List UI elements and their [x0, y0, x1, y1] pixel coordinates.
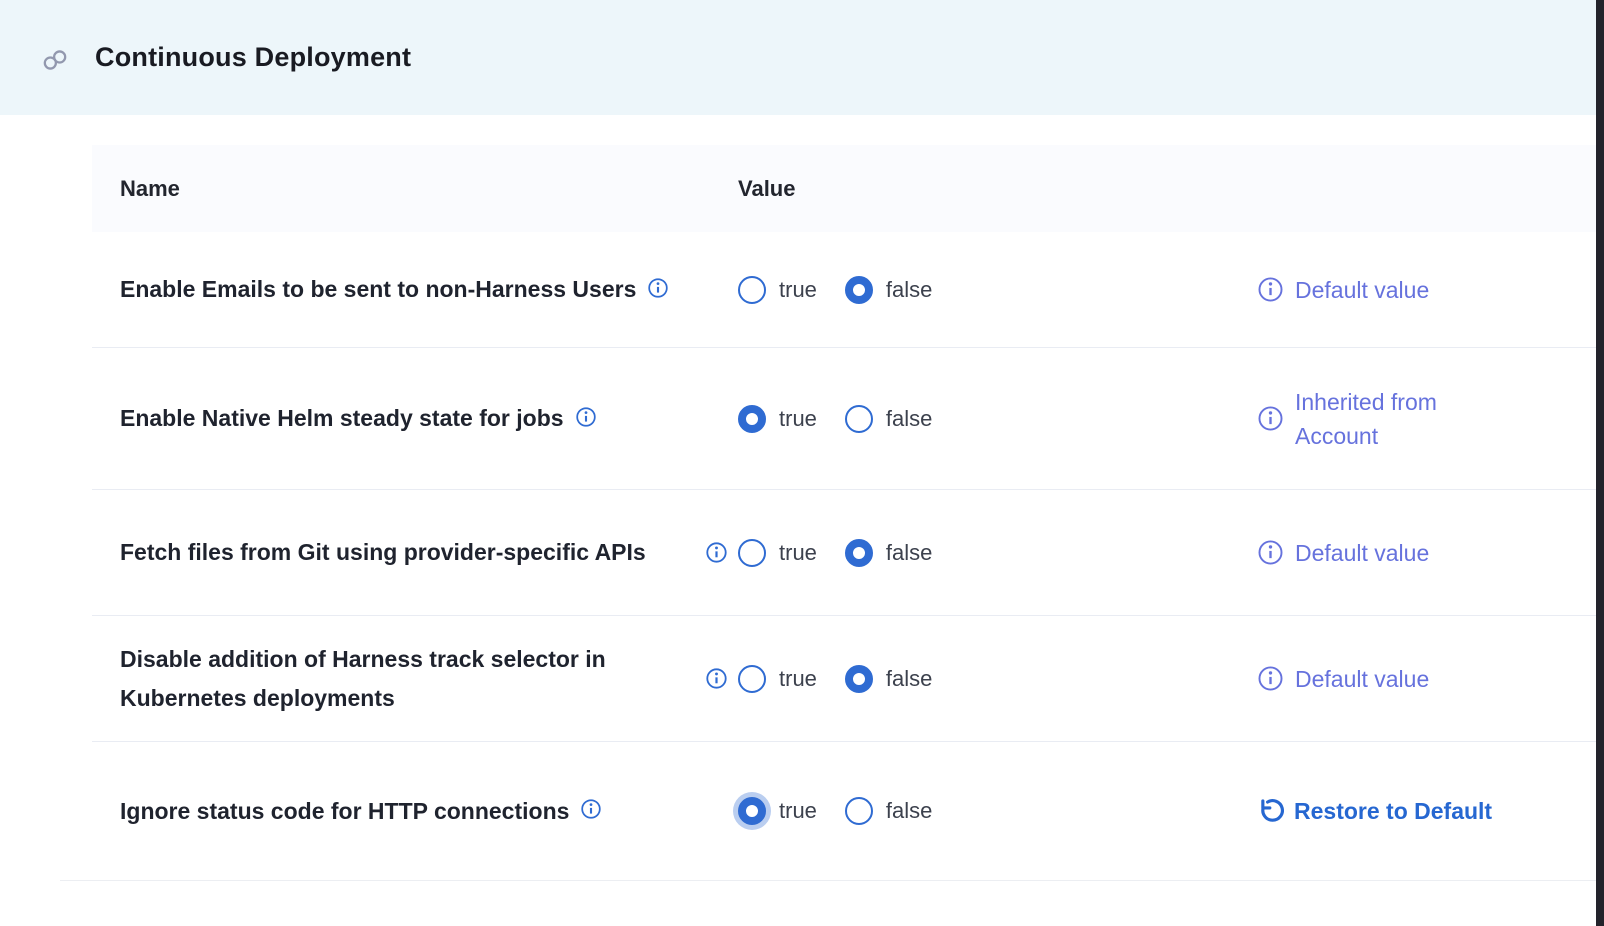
setting-value-cell: true false: [705, 797, 1229, 825]
page-title: Continuous Deployment: [95, 42, 411, 73]
setting-value-cell: true false: [705, 405, 1229, 433]
radio-option-true[interactable]: true: [738, 276, 817, 304]
setting-status-cell: Default value: [1229, 662, 1596, 696]
radio-false-label: false: [886, 406, 932, 432]
radio-false[interactable]: [845, 405, 873, 433]
setting-name-cell: Fetch files from Git using provider-spec…: [92, 533, 705, 572]
radio-true[interactable]: [738, 797, 766, 825]
setting-value-cell: true false: [705, 276, 1229, 304]
status-badge: Default value: [1295, 273, 1429, 307]
radio-false[interactable]: [845, 276, 873, 304]
radio-option-false[interactable]: false: [845, 539, 932, 567]
info-icon[interactable]: [647, 277, 669, 299]
radio-true[interactable]: [738, 665, 766, 693]
setting-label: Ignore status code for HTTP connections: [120, 792, 569, 831]
section-divider: [60, 880, 1596, 881]
setting-label: Enable Native Helm steady state for jobs: [120, 399, 564, 438]
setting-label: Fetch files from Git using provider-spec…: [120, 533, 646, 572]
setting-name-cell: Disable addition of Harness track select…: [92, 640, 705, 718]
radio-option-false[interactable]: false: [845, 276, 932, 304]
setting-name-cell: Enable Native Helm steady state for jobs: [92, 399, 705, 438]
radio-false-label: false: [886, 540, 932, 566]
radio-true-label: true: [779, 406, 817, 432]
info-icon[interactable]: [1257, 665, 1284, 692]
radio-option-true[interactable]: true: [738, 539, 817, 567]
restore-icon: [1257, 798, 1284, 825]
table-row: Enable Emails to be sent to non-Harness …: [92, 232, 1596, 348]
info-icon[interactable]: [1257, 539, 1284, 566]
radio-true-label: true: [779, 666, 817, 692]
setting-status-cell: Restore to Default: [1229, 794, 1596, 828]
setting-status-cell: Inherited from Account: [1229, 385, 1596, 453]
setting-label: Enable Emails to be sent to non-Harness …: [120, 270, 636, 309]
table-row: Disable addition of Harness track select…: [92, 616, 1596, 742]
link-icon[interactable]: [42, 47, 68, 73]
info-icon[interactable]: [1257, 276, 1284, 303]
table-row: Fetch files from Git using provider-spec…: [92, 490, 1596, 616]
status-badge: Default value: [1295, 662, 1429, 696]
info-icon[interactable]: [575, 406, 597, 428]
info-icon[interactable]: [1257, 405, 1284, 432]
radio-true-label: true: [779, 277, 817, 303]
right-edge-strip: [1596, 0, 1604, 926]
setting-status-cell: Default value: [1229, 273, 1596, 307]
radio-false-label: false: [886, 798, 932, 824]
status-badge: Inherited from Account: [1295, 385, 1500, 453]
radio-option-false[interactable]: false: [845, 405, 932, 433]
setting-value-cell: true false: [705, 539, 1229, 567]
radio-true[interactable]: [738, 405, 766, 433]
radio-true[interactable]: [738, 539, 766, 567]
setting-name-cell: Ignore status code for HTTP connections: [92, 792, 705, 831]
info-icon[interactable]: [705, 541, 728, 564]
radio-false[interactable]: [845, 539, 873, 567]
radio-false[interactable]: [845, 665, 873, 693]
restore-to-default-button[interactable]: Restore to Default: [1257, 794, 1492, 828]
radio-option-false[interactable]: false: [845, 665, 932, 693]
radio-true-label: true: [779, 540, 817, 566]
radio-false-label: false: [886, 666, 932, 692]
radio-true-label: true: [779, 798, 817, 824]
settings-table: Name Value Enable Emails to be sent to n…: [92, 145, 1596, 880]
settings-page: Continuous Deployment Name Value Enable …: [0, 0, 1604, 926]
info-icon[interactable]: [580, 798, 602, 820]
table-row: Enable Native Helm steady state for jobs…: [92, 348, 1596, 490]
setting-status-cell: Default value: [1229, 536, 1596, 570]
column-header-name: Name: [92, 176, 705, 202]
radio-option-false[interactable]: false: [845, 797, 932, 825]
table-row: Ignore status code for HTTP connections …: [92, 742, 1596, 880]
radio-option-true[interactable]: true: [738, 665, 817, 693]
column-header-value: Value: [705, 176, 1229, 202]
section-header: Continuous Deployment: [0, 0, 1596, 115]
radio-false[interactable]: [845, 797, 873, 825]
radio-option-true[interactable]: true: [738, 405, 817, 433]
restore-label: Restore to Default: [1294, 794, 1492, 828]
setting-name-cell: Enable Emails to be sent to non-Harness …: [92, 270, 705, 309]
info-icon[interactable]: [705, 667, 728, 690]
radio-true[interactable]: [738, 276, 766, 304]
radio-false-label: false: [886, 277, 932, 303]
status-badge: Default value: [1295, 536, 1429, 570]
radio-option-true[interactable]: true: [738, 797, 817, 825]
setting-label: Disable addition of Harness track select…: [120, 640, 685, 718]
table-header-row: Name Value: [92, 145, 1596, 232]
setting-value-cell: true false: [705, 665, 1229, 693]
